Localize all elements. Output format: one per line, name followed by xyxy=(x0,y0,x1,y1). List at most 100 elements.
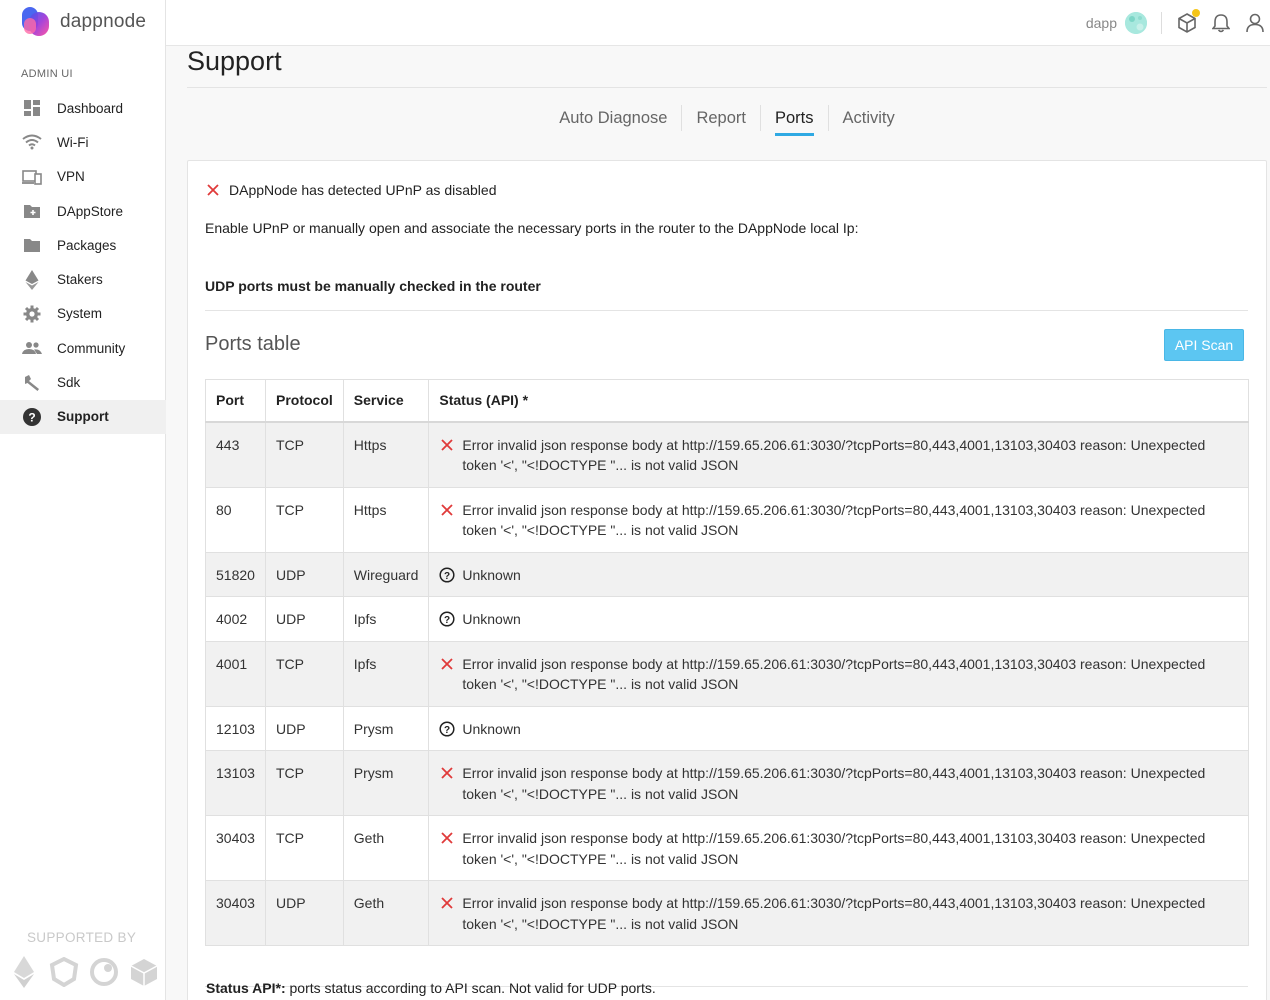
sidebar-item-label: Sdk xyxy=(57,375,81,391)
wifi-icon xyxy=(22,132,42,152)
status-text: Error invalid json response body at http… xyxy=(462,765,1206,802)
table-row: 51820 UDP Wireguard? Unknown xyxy=(205,551,1249,597)
notification-dot xyxy=(1192,9,1200,17)
sidebar-item-wifi[interactable]: Wi-Fi xyxy=(0,125,166,159)
column-header-service: Service xyxy=(342,379,430,423)
status-text: Unknown xyxy=(462,566,521,583)
sidebar-item-support[interactable]: ? Support xyxy=(0,399,166,434)
help-circle-icon: ? xyxy=(439,565,455,585)
status-text: Unknown xyxy=(462,720,521,737)
port-cell: 4001 xyxy=(205,640,266,707)
dappnode-logo[interactable]: dappnode xyxy=(20,6,146,38)
top-bar: dapp xyxy=(166,0,1270,46)
api-scan-button[interactable]: API Scan xyxy=(1164,329,1244,361)
port-cell: 30403 xyxy=(205,815,266,881)
gnosis-logo-icon[interactable] xyxy=(89,955,119,989)
divider xyxy=(205,310,1248,311)
service-cell: Prysm xyxy=(342,705,430,751)
service-cell: Https xyxy=(342,486,430,553)
dappstore-icon xyxy=(22,201,42,221)
cube-logo-icon[interactable] xyxy=(129,955,159,989)
error-x-icon xyxy=(439,500,455,520)
divider xyxy=(1161,12,1162,34)
tab-auto-diagnose[interactable]: Auto Diagnose xyxy=(545,102,681,134)
status-cell: ? Unknown xyxy=(428,596,1249,642)
service-cell: Geth xyxy=(342,815,430,881)
upnp-help-text: Enable UPnP or manually open and associa… xyxy=(205,220,859,236)
protocol-cell: UDP xyxy=(265,880,344,946)
sidebar-item-dappstore[interactable]: DAppStore xyxy=(0,194,166,228)
error-x-icon xyxy=(439,435,455,455)
vpn-icon xyxy=(22,167,42,187)
status-text: Error invalid json response body at http… xyxy=(462,830,1206,867)
column-header-protocol: Protocol xyxy=(265,379,344,423)
status-api-footnote: Status API*: ports status according to A… xyxy=(206,980,656,996)
service-cell: Https xyxy=(342,421,430,488)
bell-icon[interactable] xyxy=(1210,12,1232,34)
table-header-row: Port Protocol Service Status (API) * xyxy=(205,379,1249,423)
port-cell: 80 xyxy=(205,486,266,553)
port-cell: 30403 xyxy=(205,880,266,946)
status-text: Error invalid json response body at http… xyxy=(462,436,1206,474)
service-cell: Ipfs xyxy=(342,596,430,642)
brand-name: dappnode xyxy=(60,11,147,32)
ports-table: Port Protocol Service Status (API) * 443… xyxy=(205,379,1249,946)
port-cell: 4002 xyxy=(205,596,266,642)
table-row: 4002 UDP Ipfs? Unknown xyxy=(205,596,1249,642)
ports-card: DAppNode has detected UPnP as disabled E… xyxy=(187,160,1267,1000)
tab-report[interactable]: Report xyxy=(682,102,760,134)
gear-icon xyxy=(22,304,42,324)
error-x-icon xyxy=(439,763,455,783)
ports-table-body: 443 TCP Https Error invalid json response b… xyxy=(205,421,1249,946)
port-cell: 443 xyxy=(205,421,266,488)
sidebar-item-label: Dashboard xyxy=(57,100,124,116)
protocol-cell: TCP xyxy=(265,815,344,881)
service-cell: Prysm xyxy=(342,750,430,816)
protocol-cell: TCP xyxy=(265,421,344,488)
help-circle-icon: ? xyxy=(439,719,455,739)
folder-icon xyxy=(22,235,42,255)
user-icon[interactable] xyxy=(1244,12,1266,34)
main-content: Support Auto Diagnose Report Ports Activ… xyxy=(187,46,1267,1000)
dappnode-name[interactable]: dapp xyxy=(1086,15,1117,31)
ethereum-icon xyxy=(22,269,42,290)
sidebar-item-stakers[interactable]: Stakers xyxy=(0,262,166,296)
tab-ports[interactable]: Ports xyxy=(761,102,828,136)
sidebar-item-community[interactable]: Community xyxy=(0,331,166,365)
support-tabs: Auto Diagnose Report Ports Activity xyxy=(187,102,1267,136)
status-cell: Error invalid json response body at http… xyxy=(428,486,1249,553)
protocol-cell: UDP xyxy=(265,596,344,642)
status-text: Error invalid json response body at http… xyxy=(462,655,1206,693)
footnote-text: ports status according to API scan. Not … xyxy=(285,980,656,996)
sidebar-item-dashboard[interactable]: Dashboard xyxy=(0,91,166,125)
top-bar-actions: dapp xyxy=(1086,0,1270,46)
tab-activity[interactable]: Activity xyxy=(829,102,909,134)
help-circle-icon: ? xyxy=(439,609,455,629)
sidebar-item-label: Packages xyxy=(57,237,117,253)
error-x-icon xyxy=(207,184,219,196)
supported-by-label: SUPPORTED BY xyxy=(27,930,137,945)
sidebar: dappnode ADMIN UI Dashboard Wi-Fi VPN DA… xyxy=(0,0,166,1000)
sidebar-item-sdk[interactable]: Sdk xyxy=(0,365,166,399)
service-cell: Wireguard xyxy=(342,551,430,597)
dashboard-icon xyxy=(22,98,42,118)
protocol-cell: TCP xyxy=(265,486,344,553)
sidebar-item-label: VPN xyxy=(57,169,85,185)
upnp-alert-text: DAppNode has detected UPnP as disabled xyxy=(229,182,497,198)
package-icon[interactable] xyxy=(1176,9,1200,34)
table-row: 12103 UDP Prysm? Unknown xyxy=(205,705,1249,751)
sidebar-item-system[interactable]: System xyxy=(0,297,166,331)
ethereum-foundation-logo-icon[interactable] xyxy=(9,955,39,989)
udp-warning: UDP ports must be manually checked in th… xyxy=(205,278,541,294)
people-icon xyxy=(22,338,42,358)
table-row: 80 TCP Https Error invalid json response bo… xyxy=(205,486,1249,553)
sidebar-item-vpn[interactable]: VPN xyxy=(0,160,166,194)
shield-logo-icon[interactable] xyxy=(49,955,79,989)
ports-table-title: Ports table xyxy=(205,333,301,355)
sidebar-item-packages[interactable]: Packages xyxy=(0,228,166,262)
svg-text:?: ? xyxy=(444,570,450,581)
table-row: 13103 TCP Prysm Error invalid json response… xyxy=(205,750,1249,816)
avatar[interactable] xyxy=(1125,12,1147,34)
sidebar-item-label: Support xyxy=(57,409,109,425)
protocol-cell: UDP xyxy=(265,551,344,597)
